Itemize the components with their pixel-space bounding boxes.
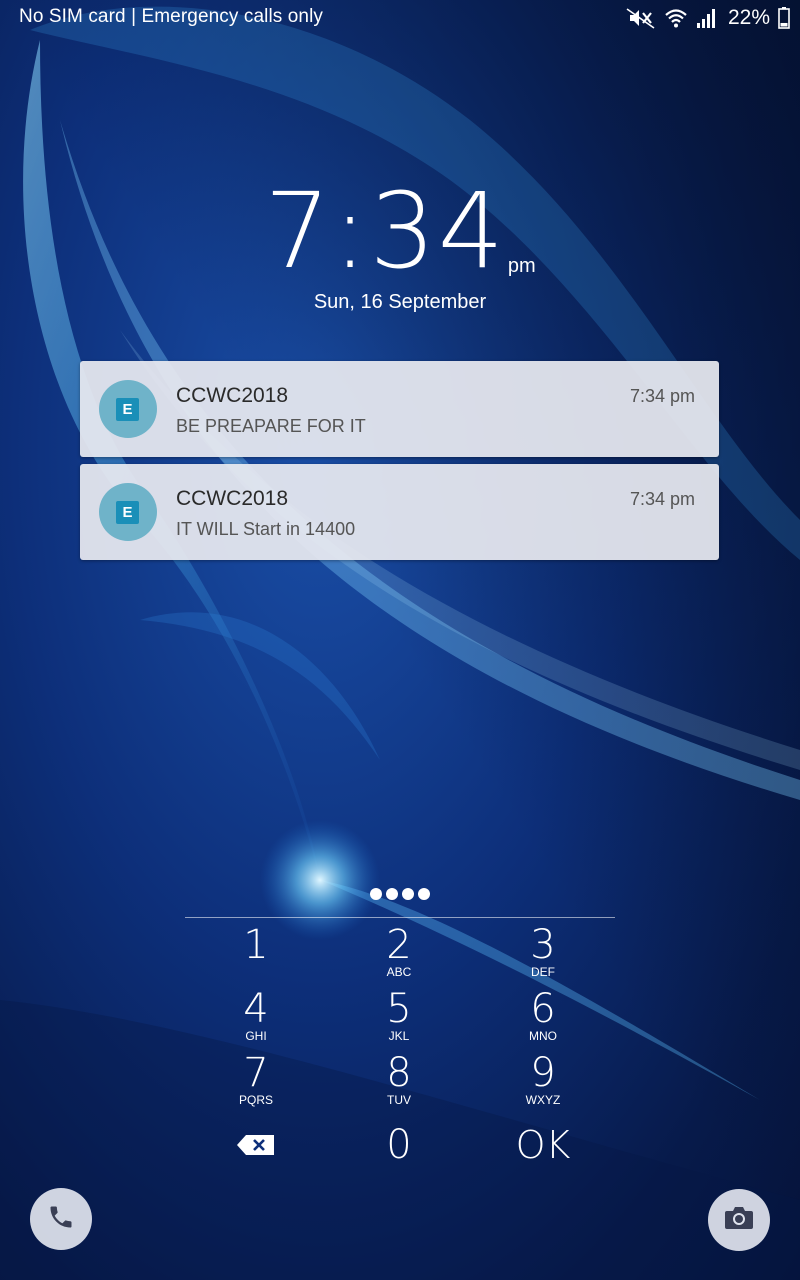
clock-time: 7:34 (264, 170, 506, 292)
lock-date: Sun, 16 September (313, 291, 487, 313)
notification-card[interactable]: E CCWC2018 BE PREAPARE FOR IT 7:34 pm (80, 361, 719, 457)
key-digit: 2 (386, 922, 412, 968)
pin-entry-dots (370, 888, 430, 900)
key-digit: 0 (386, 1122, 412, 1168)
lock-screen: No SIM card | Emergency calls only 22% 7… (0, 0, 800, 1280)
ok-label: OK (515, 1123, 571, 1167)
signal-icon (696, 7, 718, 29)
key-letters: JKL (388, 1029, 410, 1043)
key-8[interactable]: 8 TUV (349, 1050, 449, 1110)
key-letters: WXYZ (525, 1093, 561, 1107)
key-digit: 6 (530, 986, 556, 1032)
key-letters: TUV (387, 1093, 411, 1107)
app-initial: E (116, 398, 139, 421)
mute-icon (626, 7, 656, 29)
lock-clock: 7:34 pm (0, 176, 800, 286)
backspace-icon (236, 1134, 276, 1161)
key-3[interactable]: 3 DEF (493, 922, 593, 982)
carrier-status: No SIM card | Emergency calls only (19, 6, 323, 27)
battery-percent: 22% (727, 6, 770, 29)
phone-shortcut[interactable] (30, 1188, 92, 1250)
key-4[interactable]: 4 GHI (206, 986, 306, 1046)
pin-dot (418, 888, 430, 900)
status-bar: No SIM card | Emergency calls only 22% (0, 0, 800, 36)
app-initial: E (116, 501, 139, 524)
notification-title: CCWC2018 (176, 384, 289, 407)
key-digit: 7 (243, 1050, 269, 1096)
backspace-button[interactable] (206, 1122, 306, 1182)
key-letters: PQRS (238, 1093, 273, 1107)
key-digit: 9 (530, 1050, 556, 1096)
key-digit: 3 (530, 922, 556, 968)
pin-dot (370, 888, 382, 900)
app-icon: E (99, 380, 157, 438)
key-digit: 5 (386, 986, 412, 1032)
key-digit: 1 (243, 922, 269, 968)
notification-time: 7:34 pm (629, 386, 695, 406)
pin-dot (386, 888, 398, 900)
notification-text: IT WILL Start in 14400 (176, 519, 356, 539)
key-letters: GHI (245, 1029, 267, 1043)
key-9[interactable]: 9 WXYZ (493, 1050, 593, 1110)
key-2[interactable]: 2 ABC (349, 922, 449, 982)
key-0[interactable]: 0 (349, 1122, 449, 1182)
status-icons: 22% (626, 5, 790, 31)
pin-underline (185, 917, 615, 918)
key-5[interactable]: 5 JKL (349, 986, 449, 1046)
key-letters: ABC (386, 965, 412, 979)
key-1[interactable]: 1 (206, 922, 306, 982)
notification-title: CCWC2018 (176, 487, 289, 510)
phone-icon (47, 1203, 75, 1236)
camera-shortcut[interactable] (708, 1189, 770, 1251)
wifi-icon (664, 7, 688, 29)
key-digit: 4 (243, 986, 269, 1032)
ok-button[interactable]: OK (493, 1122, 593, 1182)
notification-card[interactable]: E CCWC2018 IT WILL Start in 14400 7:34 p… (80, 464, 719, 560)
key-letters: DEF (531, 965, 555, 979)
clock-ampm: pm (507, 255, 536, 277)
notification-text: BE PREAPARE FOR IT (176, 416, 366, 436)
key-letters: MNO (529, 1029, 557, 1043)
battery-icon (778, 7, 790, 29)
key-digit: 8 (386, 1050, 412, 1096)
camera-icon (724, 1205, 754, 1236)
notification-time: 7:34 pm (629, 489, 695, 509)
pin-dot (402, 888, 414, 900)
app-icon: E (99, 483, 157, 541)
key-6[interactable]: 6 MNO (493, 986, 593, 1046)
key-7[interactable]: 7 PQRS (206, 1050, 306, 1110)
